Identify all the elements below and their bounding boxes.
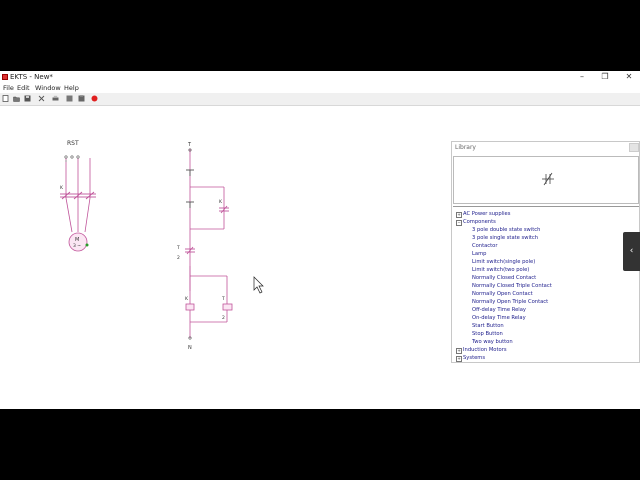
control-bottom-label: N [188, 345, 192, 351]
tree-item[interactable]: Limit switch(two pole) [472, 266, 529, 274]
mouse-cursor-icon [253, 276, 264, 294]
library-close-button[interactable] [629, 143, 639, 152]
coil-k-label: K [185, 296, 189, 302]
component-preview [453, 156, 639, 204]
menu-edit[interactable]: Edit [17, 83, 30, 93]
maximize-button[interactable]: ❐ [595, 71, 615, 83]
tree-item-label: Components [463, 219, 496, 225]
control-top-label: T [187, 142, 192, 148]
contactor-label: K [219, 199, 223, 205]
tree-item[interactable]: Stop Button [472, 330, 503, 338]
tree-item[interactable]: Limit switch(single pole) [472, 258, 535, 266]
tree-item[interactable]: 3 pole double state switch [472, 226, 540, 234]
close-button[interactable]: ✕ [619, 71, 639, 83]
menu-help[interactable]: Help [64, 83, 79, 93]
library-panel: Library + AC Power supplies − Components 3 p… [451, 141, 640, 363]
menu-file[interactable]: File [3, 83, 14, 93]
tree-item[interactable]: Start Button [472, 322, 504, 330]
copy-icon[interactable] [66, 95, 73, 102]
tree-item-label: AC Power supplies [463, 211, 511, 217]
terminal-r [64, 155, 68, 159]
motor-phase-label: RST [67, 140, 79, 147]
timer-number: 2 [177, 255, 180, 261]
tree-item[interactable]: On-delay Time Relay [472, 314, 526, 322]
motor-terminal-marker [85, 243, 89, 247]
side-panel-toggle[interactable]: ‹ [623, 232, 640, 271]
collapse-icon[interactable]: − [456, 219, 462, 226]
expand-icon[interactable]: + [456, 347, 462, 354]
motor-phase-count: 3 ~ [73, 243, 81, 249]
record-icon[interactable] [91, 95, 98, 102]
library-title: Library [455, 144, 476, 151]
window-title: EKTS - New* [10, 73, 53, 81]
motor-symbol: M [75, 237, 79, 243]
expand-icon[interactable]: + [456, 211, 462, 218]
preview-symbol [542, 172, 554, 186]
tree-item[interactable]: Contactor [472, 242, 498, 250]
timer-label: T [176, 245, 180, 251]
toolbar [0, 93, 640, 106]
tree-item[interactable]: Normally Open Triple Contact [472, 298, 548, 306]
circuit-diagram[interactable]: RST K M 3 ~ T N K T 2 K T 2 [0, 106, 450, 409]
new-icon[interactable] [2, 95, 9, 102]
tree-item[interactable]: 3 pole single state switch [472, 234, 538, 242]
menu-bar: File Edit Window Help [0, 83, 640, 93]
tree-item-label: Systems [463, 355, 486, 361]
app-icon [2, 74, 8, 80]
save-icon[interactable] [24, 95, 31, 102]
menu-window[interactable]: Window [35, 83, 61, 93]
drawing-canvas[interactable]: RST K M 3 ~ T N K T 2 K T 2 [0, 106, 450, 409]
title-bar: EKTS - New* – ❐ ✕ [0, 71, 640, 83]
tree-item[interactable]: Normally Closed Contact [472, 274, 536, 282]
tree-item[interactable]: Normally Open Contact [472, 290, 533, 298]
cut-icon[interactable] [38, 95, 45, 102]
app-window: EKTS - New* – ❐ ✕ File Edit Window Help [0, 71, 640, 409]
open-icon[interactable] [13, 95, 20, 102]
coil-t-label: T [221, 296, 225, 302]
paste-icon[interactable] [78, 95, 85, 102]
tree-item[interactable]: Lamp [472, 250, 486, 258]
motor-contact-label: K [60, 185, 64, 191]
tree-item[interactable]: Two way button [472, 338, 513, 346]
tree-item-label: Induction Motors [463, 347, 507, 353]
tree-item[interactable]: Off-delay Time Relay [472, 306, 526, 314]
tree-item[interactable]: Normally Closed Triple Contact [472, 282, 552, 290]
expand-icon[interactable]: + [456, 355, 462, 362]
coil-t-number: 2 [222, 315, 225, 321]
component-tree: + AC Power supplies − Components 3 pole doub… [453, 206, 639, 363]
minimize-button[interactable]: – [572, 71, 592, 83]
print-icon[interactable] [52, 95, 59, 102]
